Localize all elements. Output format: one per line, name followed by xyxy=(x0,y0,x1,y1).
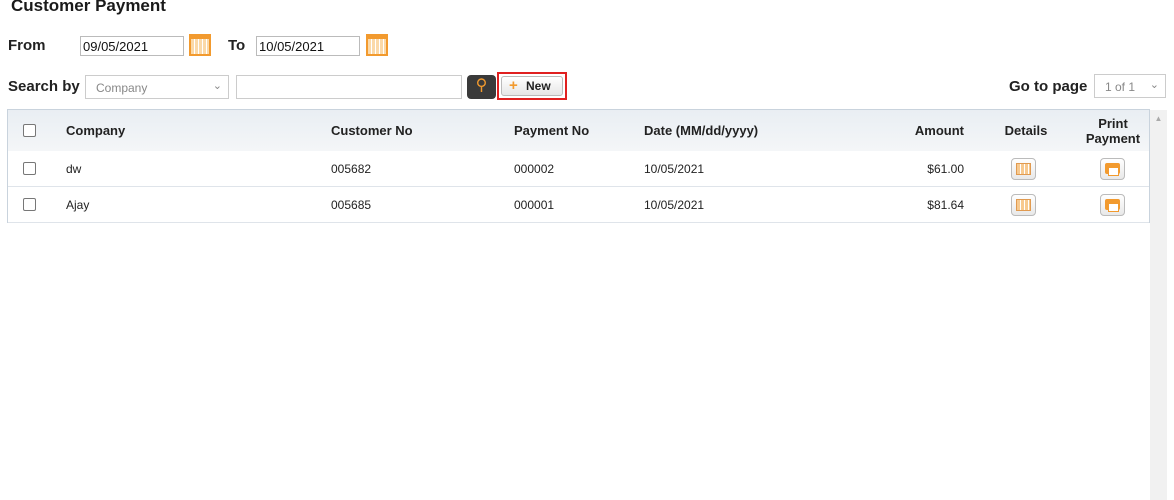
chevron-down-icon: ⌄ xyxy=(1149,79,1159,91)
cell-date: 10/05/2021 xyxy=(644,197,705,212)
header-company[interactable]: Company xyxy=(66,110,125,151)
to-date-input[interactable] xyxy=(256,36,360,56)
search-button[interactable]: ⚲ xyxy=(467,75,496,99)
header-payment-no[interactable]: Payment No xyxy=(514,110,589,151)
search-icon: ⚲ xyxy=(475,77,488,94)
header-details: Details xyxy=(1004,123,1048,138)
printer-icon xyxy=(1105,199,1120,212)
print-button[interactable] xyxy=(1100,157,1125,180)
cell-date: 10/05/2021 xyxy=(644,161,705,176)
header-date[interactable]: Date (MM/dd/yyyy) xyxy=(644,110,758,151)
row-checkbox[interactable] xyxy=(23,198,36,211)
go-to-page-label: Go to page xyxy=(1009,78,1088,95)
calendar-icon[interactable] xyxy=(366,34,388,56)
cell-amount: $81.64 xyxy=(927,197,964,212)
calendar-icon[interactable] xyxy=(189,34,211,56)
print-button[interactable] xyxy=(1100,193,1125,216)
scroll-up-arrow-icon[interactable]: ▲ xyxy=(1150,114,1167,123)
row-checkbox[interactable] xyxy=(23,162,36,175)
details-grid-icon xyxy=(1016,198,1031,211)
table-header: Company Customer No Payment No Date (MM/… xyxy=(8,110,1149,151)
vertical-scrollbar[interactable]: ▲ xyxy=(1150,110,1167,500)
header-print-payment: Print Payment xyxy=(1085,115,1141,146)
cell-payment-no: 000002 xyxy=(514,161,555,176)
page-title: Customer Payment xyxy=(11,0,166,15)
header-amount[interactable]: Amount xyxy=(864,110,964,151)
printer-icon xyxy=(1105,163,1120,176)
details-grid-icon xyxy=(1016,162,1031,175)
new-button[interactable]: + New xyxy=(501,76,563,96)
from-date-input[interactable] xyxy=(80,36,184,56)
search-by-label: Search by xyxy=(8,78,80,95)
new-label: New xyxy=(526,79,551,93)
page-value: 1 of 1 xyxy=(1105,80,1136,94)
search-input[interactable] xyxy=(236,75,462,99)
header-customer-no[interactable]: Customer No xyxy=(331,110,413,151)
payments-table: Company Customer No Payment No Date (MM/… xyxy=(7,109,1150,223)
cell-customer-no: 005685 xyxy=(331,197,372,212)
search-field-value: Company xyxy=(96,81,148,95)
from-label: From xyxy=(8,37,46,54)
cell-customer-no: 005682 xyxy=(331,161,372,176)
new-button-highlight: + New xyxy=(497,72,567,100)
chevron-down-icon: ⌄ xyxy=(212,80,222,92)
cell-company: Ajay xyxy=(66,197,90,212)
page-select[interactable]: 1 of 1 ⌄ xyxy=(1094,74,1166,98)
table-row: Ajay 005685 000001 10/05/2021 $81.64 xyxy=(8,187,1149,223)
details-button[interactable] xyxy=(1011,157,1036,180)
plus-icon: + xyxy=(509,77,518,94)
cell-amount: $61.00 xyxy=(927,161,964,176)
to-label: To xyxy=(228,37,246,54)
search-field-select[interactable]: Company ⌄ xyxy=(85,75,229,99)
table-row: dw 005682 000002 10/05/2021 $61.00 xyxy=(8,151,1149,187)
cell-payment-no: 000001 xyxy=(514,197,555,212)
cell-company: dw xyxy=(66,161,82,176)
select-all-checkbox[interactable] xyxy=(23,124,36,137)
details-button[interactable] xyxy=(1011,193,1036,216)
